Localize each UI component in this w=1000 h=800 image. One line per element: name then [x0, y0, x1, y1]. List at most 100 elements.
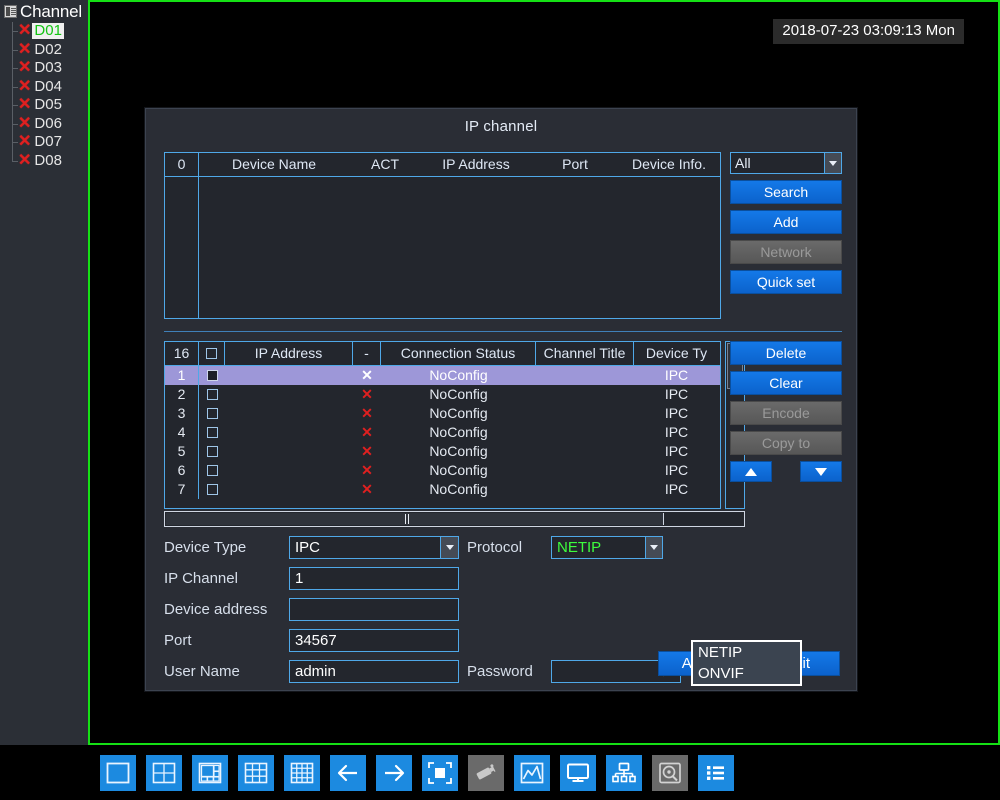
port-label: Port	[164, 632, 192, 649]
arrow-left-icon[interactable]	[330, 754, 366, 791]
red-x-icon: ✕	[361, 367, 373, 383]
search-results-header: 0 Device Name ACT IP Address Port Device…	[165, 153, 720, 177]
channel-config-table[interactable]: 16 IP Address - Connection Status Channe…	[164, 341, 721, 509]
row-channel-title	[536, 423, 634, 442]
table-row[interactable]: 7 ✕ NoConfig IPC	[165, 480, 720, 499]
table-row[interactable]: 3 ✕ NoConfig IPC	[165, 404, 720, 423]
row-index: 3	[165, 404, 199, 423]
clear-button[interactable]: Clear	[730, 371, 842, 395]
sidebar-channel-d03[interactable]: ✕ D03	[0, 59, 88, 78]
sidebar-channel-label: D01	[32, 22, 64, 40]
sidebar-channel-d07[interactable]: ✕ D07	[0, 133, 88, 152]
quick-set-button[interactable]: Quick set	[730, 270, 842, 294]
sidebar-channel-d08[interactable]: ✕ D08	[0, 151, 88, 171]
sidebar-channel-label: D08	[34, 151, 62, 169]
row-checkbox[interactable]	[199, 480, 225, 499]
row-channel-title	[536, 404, 634, 423]
device-filter-value: All	[735, 155, 751, 171]
row-checkbox[interactable]	[199, 461, 225, 480]
layout-4-icon[interactable]	[146, 754, 182, 791]
row-connection-status: NoConfig	[429, 405, 488, 421]
hscrollbar-thumb[interactable]	[166, 513, 664, 525]
sidebar-channel-d02[interactable]: ✕ D02	[0, 40, 88, 60]
chevron-down-icon[interactable]	[440, 537, 458, 558]
row-checkbox[interactable]	[199, 366, 225, 385]
search-results-table[interactable]: 0 Device Name ACT IP Address Port Device…	[164, 152, 721, 319]
channel-sidebar: Channel ✕ D01 ✕ D02 ✕ D03 ✕ D04 ✕ D05 ✕ D06 ✕ D07 ✕ D08	[0, 0, 88, 745]
red-x-icon: ✕	[18, 77, 32, 95]
row-connection-status: NoConfig	[429, 443, 488, 459]
search-results-body[interactable]	[165, 177, 720, 318]
dialog-title: IP channel	[464, 118, 538, 135]
row-ip-address	[225, 480, 353, 499]
sidebar-channel-d06[interactable]: ✕ D06	[0, 114, 88, 134]
row-connection-status: NoConfig	[429, 386, 488, 402]
network-button: Network	[730, 240, 842, 264]
row-checkbox[interactable]	[199, 442, 225, 461]
monitor-icon[interactable]	[560, 754, 596, 791]
tree-node-icon	[4, 5, 17, 18]
layout-6-icon[interactable]	[192, 754, 228, 791]
network-tree-icon[interactable]	[606, 754, 642, 791]
ip-channel-input[interactable]: 1	[289, 567, 459, 590]
channel-list: ✕ D01 ✕ D02 ✕ D03 ✕ D04 ✕ D05 ✕ D06 ✕ D07 ✕ D08	[0, 22, 88, 170]
fullscreen-icon[interactable]	[422, 754, 458, 791]
port-input[interactable]: 34567	[289, 629, 459, 652]
protocol-dropdown-list[interactable]: NETIP ONVIF	[691, 640, 802, 686]
delete-button[interactable]: Delete	[730, 341, 842, 365]
channel-total-count: 16	[165, 342, 199, 365]
red-x-icon: ✕	[18, 96, 32, 114]
sidebar-channel-d05[interactable]: ✕ D05	[0, 96, 88, 115]
dvr-screen: Channel ✕ D01 ✕ D02 ✕ D03 ✕ D04 ✕ D05 ✕ D06 ✕ D07 ✕ D08…	[0, 0, 1000, 800]
row-channel-title	[536, 442, 634, 461]
red-x-icon: ✕	[361, 443, 373, 459]
row-connection-status: NoConfig	[429, 462, 488, 478]
form-row-device-type: Device Type IPC Protocol NETIP	[164, 535, 842, 560]
search-button[interactable]: Search	[730, 180, 842, 204]
sidebar-channel-d04[interactable]: ✕ D04	[0, 77, 88, 97]
protocol-option-onvif[interactable]: ONVIF	[693, 663, 800, 684]
hdd-icon	[652, 754, 688, 791]
protocol-select[interactable]: NETIP	[551, 536, 663, 559]
row-device-type: IPC	[664, 443, 689, 459]
red-x-icon: ✕	[18, 22, 32, 40]
table-row[interactable]: 2 ✕ NoConfig IPC	[165, 385, 720, 404]
row-channel-title	[536, 480, 634, 499]
channel-table-hscrollbar[interactable]	[164, 511, 745, 527]
select-all-checkbox[interactable]	[199, 342, 225, 365]
record-chart-icon[interactable]	[514, 754, 550, 791]
arrow-up-icon[interactable]	[730, 461, 772, 482]
table-row[interactable]: 4 ✕ NoConfig IPC	[165, 423, 720, 442]
protocol-label: Protocol	[467, 539, 523, 556]
device-address-input[interactable]	[289, 598, 459, 621]
row-checkbox[interactable]	[199, 385, 225, 404]
search-actions: All Search Add Network Quick set	[730, 152, 842, 300]
row-checkbox[interactable]	[199, 423, 225, 442]
col-dash: -	[353, 342, 381, 365]
table-row[interactable]: 1 ✕ NoConfig IPC	[165, 366, 720, 385]
arrow-down-icon[interactable]	[800, 461, 842, 482]
add-button[interactable]: Add	[730, 210, 842, 234]
ptz-camera-icon	[468, 754, 504, 791]
layout-9-icon[interactable]	[238, 754, 274, 791]
layout-16-icon[interactable]	[284, 754, 320, 791]
red-x-icon: ✕	[18, 151, 32, 169]
arrow-right-icon[interactable]	[376, 754, 412, 791]
chevron-down-icon[interactable]	[645, 537, 662, 558]
red-x-icon: ✕	[361, 462, 373, 478]
red-x-icon: ✕	[361, 424, 373, 440]
table-row[interactable]: 6 ✕ NoConfig IPC	[165, 461, 720, 480]
device-type-select[interactable]: IPC	[289, 536, 459, 559]
ip-channel-dialog: IP channel 0 Device Name ACT IP Address …	[145, 108, 857, 691]
col-act: ACT	[371, 156, 399, 172]
row-device-type: IPC	[664, 462, 689, 478]
chevron-down-icon[interactable]	[824, 153, 841, 173]
protocol-option-netip[interactable]: NETIP	[693, 642, 800, 663]
table-row[interactable]: 5 ✕ NoConfig IPC	[165, 442, 720, 461]
row-checkbox[interactable]	[199, 404, 225, 423]
col-device-name: Device Name	[231, 156, 317, 172]
layout-1-icon[interactable]	[100, 754, 136, 791]
sidebar-channel-d01[interactable]: ✕ D01	[0, 22, 88, 41]
device-filter-select[interactable]: All	[730, 152, 842, 174]
main-menu-list-icon[interactable]	[698, 754, 734, 791]
